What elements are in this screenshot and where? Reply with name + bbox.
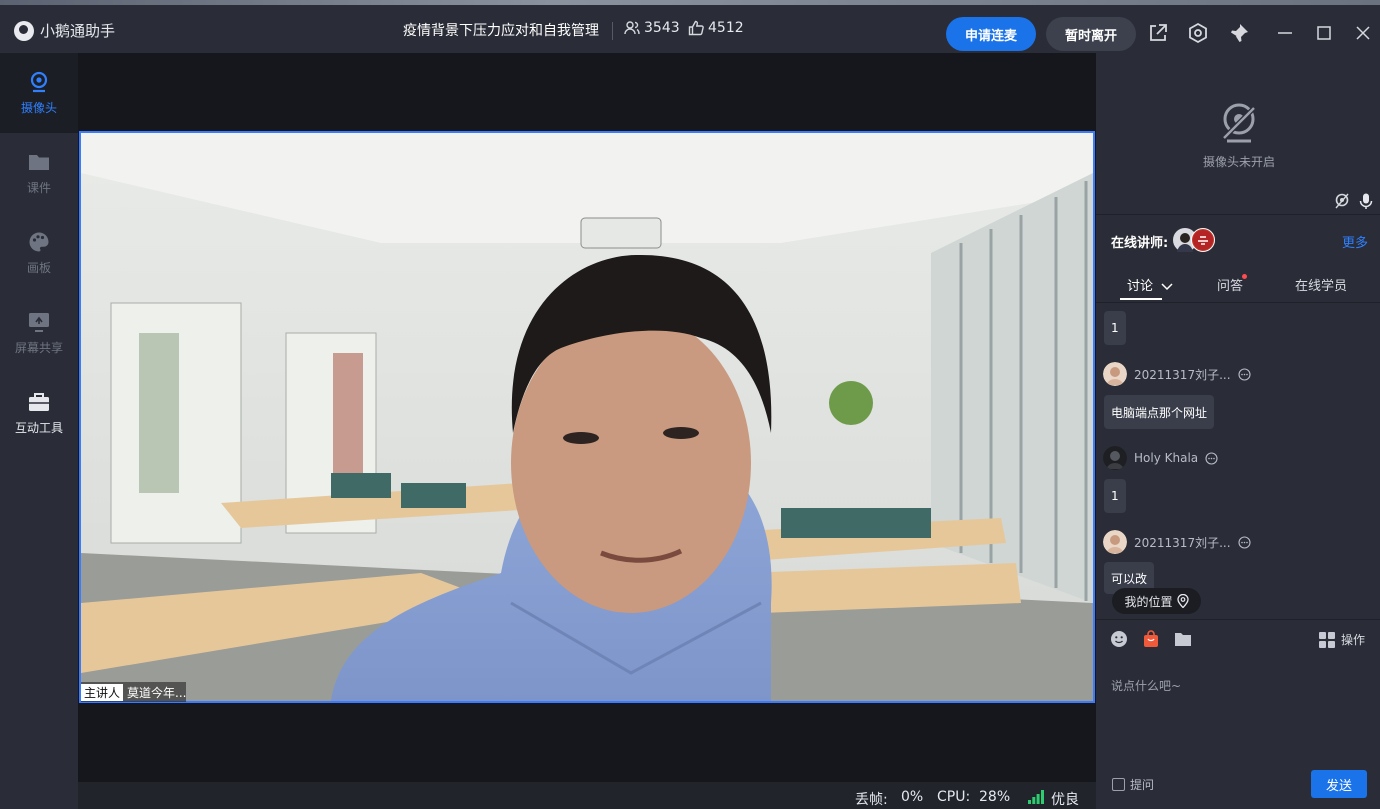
palette-icon <box>29 232 49 251</box>
location-pin-icon <box>1176 594 1189 608</box>
chevron-down-icon <box>1161 282 1173 290</box>
speaker-tag: 主讲人 莫道今年... <box>81 682 187 702</box>
tab-label: 在线学员 <box>1295 279 1348 294</box>
tab-divider <box>1096 302 1380 303</box>
camera-off-icon <box>1221 103 1257 143</box>
my-location-button[interactable]: 我的位置 <box>1112 588 1201 614</box>
grid-icon <box>1319 631 1335 648</box>
checkbox-icon <box>1112 778 1125 791</box>
tab-discussion[interactable]: 讨论 <box>1127 275 1173 294</box>
title-bar: 小鹅通助手 疫情背景下压力应对和自我管理 3543 4512 申请连麦 暂时离开 <box>0 5 1380 53</box>
chat-message-author: Holy Khala <box>1103 446 1218 470</box>
chat-input[interactable]: 说点什么吧~ <box>1111 677 1181 694</box>
maximize-icon[interactable] <box>1313 22 1335 44</box>
frame-loss-value: 0% <box>901 789 924 805</box>
network-quality: 优良 <box>1051 792 1079 808</box>
chat-message-author: 20211317刘子... <box>1103 362 1251 386</box>
app-name: 小鹅通助手 <box>40 22 116 40</box>
active-tab-indicator <box>1120 298 1162 300</box>
thumbs-up-icon <box>688 20 704 36</box>
cpu-value: 28% <box>979 789 1011 805</box>
operation-button[interactable]: 操作 <box>1319 631 1365 648</box>
app-logo-icon <box>14 21 34 41</box>
folder-icon <box>29 154 49 170</box>
sidebar-item-camera[interactable]: 摄像头 <box>0 53 78 133</box>
tab-qa[interactable]: 问答 <box>1217 274 1247 294</box>
ask-label: 提问 <box>1130 778 1155 792</box>
chat-message-author: 20211317刘子... <box>1103 530 1251 554</box>
toolbox-icon <box>29 392 49 411</box>
sidebar-item-whiteboard[interactable]: 画板 <box>0 213 78 293</box>
input-divider <box>1096 619 1380 620</box>
like-count-value: 4512 <box>708 20 744 36</box>
more-options-icon[interactable] <box>1237 367 1251 381</box>
pin-icon[interactable] <box>1228 22 1250 44</box>
app-window: 小鹅通助手 疫情背景下压力应对和自我管理 3543 4512 申请连麦 暂时离开… <box>0 0 1380 809</box>
lecturer-avatar[interactable] <box>1191 228 1215 252</box>
share-icon[interactable] <box>1147 22 1169 44</box>
chat-author-name: Holy Khala <box>1134 451 1199 465</box>
avatar[interactable] <box>1103 446 1127 470</box>
speaker-role-badge: 主讲人 <box>81 683 124 701</box>
sidebar-item-label: 画板 <box>26 260 51 275</box>
apply-mic-button[interactable]: 申请连麦 <box>946 17 1036 51</box>
avatar[interactable] <box>1103 362 1127 386</box>
viewer-count: 3543 <box>624 20 680 36</box>
chat-message-bubble: 1 <box>1104 311 1126 345</box>
left-sidebar: 摄像头 课件 画板 屏幕共享 互动工具 <box>0 53 78 809</box>
tab-label: 问答 <box>1217 279 1244 294</box>
speaker-name: 莫道今年... <box>127 685 187 700</box>
people-icon <box>624 21 640 35</box>
chat-author-name: 20211317刘子... <box>1134 367 1231 382</box>
operation-label: 操作 <box>1341 633 1366 647</box>
camera-toggle-icon[interactable] <box>1334 193 1350 209</box>
settings-icon[interactable] <box>1187 22 1209 44</box>
microphone-icon[interactable] <box>1359 193 1373 209</box>
sidebar-item-courseware[interactable]: 课件 <box>0 133 78 213</box>
minimize-icon[interactable] <box>1274 22 1296 44</box>
frame-loss-label: 丢帧: <box>855 792 888 808</box>
unread-dot <box>1242 274 1247 279</box>
like-count: 4512 <box>688 20 744 36</box>
more-options-icon[interactable] <box>1205 451 1218 465</box>
more-lecturers-link[interactable]: 更多 <box>1342 232 1368 251</box>
sidebar-item-screen-share[interactable]: 屏幕共享 <box>0 293 78 373</box>
video-feed[interactable] <box>79 131 1095 703</box>
gift-bag-icon[interactable] <box>1142 630 1160 648</box>
video-frame-image <box>81 133 1093 701</box>
tab-label: 讨论 <box>1127 279 1154 294</box>
sidebar-item-label: 互动工具 <box>14 420 63 435</box>
sidebar-item-interactive-tools[interactable]: 互动工具 <box>0 373 78 453</box>
chat-message-bubble: 1 <box>1104 479 1126 513</box>
location-label: 我的位置 <box>1124 594 1173 609</box>
leave-button[interactable]: 暂时离开 <box>1046 17 1136 51</box>
folder-icon[interactable] <box>1174 630 1192 648</box>
sidebar-item-label: 课件 <box>26 180 51 195</box>
camera-off-label: 摄像头未开启 <box>1203 155 1276 169</box>
chat-author-name: 20211317刘子... <box>1134 535 1231 550</box>
more-options-icon[interactable] <box>1237 535 1251 549</box>
ask-question-checkbox[interactable]: 提问 <box>1112 776 1154 793</box>
course-title: 疫情背景下压力应对和自我管理 <box>403 23 599 39</box>
chat-message-bubble: 电脑端点那个网址 <box>1104 395 1215 429</box>
close-icon[interactable] <box>1352 22 1374 44</box>
emoji-icon[interactable] <box>1110 630 1128 648</box>
sidebar-item-label: 屏幕共享 <box>14 340 63 355</box>
screen-share-icon <box>29 312 49 332</box>
tab-online-students[interactable]: 在线学员 <box>1295 275 1347 294</box>
signal-icon <box>1028 790 1044 804</box>
camera-icon <box>30 71 48 92</box>
viewer-count-value: 3543 <box>644 20 680 36</box>
sidebar-item-label: 摄像头 <box>20 100 57 115</box>
title-separator <box>612 22 613 40</box>
avatar[interactable] <box>1103 530 1127 554</box>
online-lecturers-label: 在线讲师: <box>1111 236 1169 251</box>
cpu-label: CPU: <box>937 789 971 805</box>
send-button[interactable]: 发送 <box>1311 770 1367 798</box>
